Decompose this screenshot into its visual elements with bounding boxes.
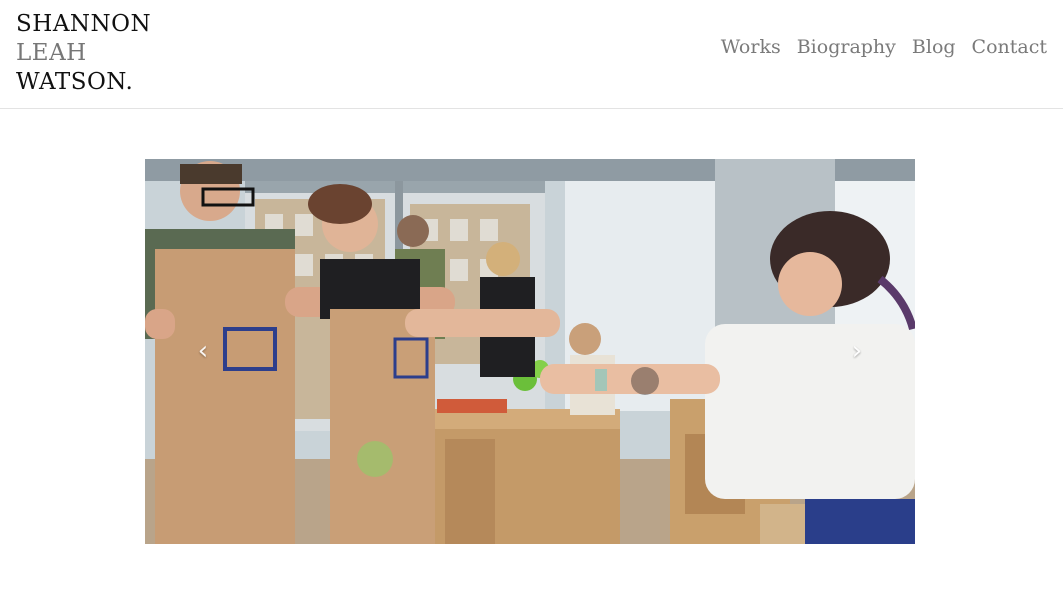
site-header: SHANNON LEAH WATSON. Works Biography Blo…: [0, 0, 1063, 109]
main-nav: Works Biography Blog Contact: [721, 36, 1047, 58]
nav-link-contact[interactable]: Contact: [972, 36, 1047, 58]
nav-link-biography[interactable]: Biography: [797, 36, 896, 58]
nav-link-blog[interactable]: Blog: [912, 36, 956, 58]
logo-line-2: LEAH: [16, 40, 87, 66]
nav-link-works[interactable]: Works: [721, 36, 781, 58]
chevron-right-icon[interactable]: ›: [845, 335, 869, 367]
logo-line-1: SHANNON: [16, 11, 152, 37]
carousel-photo: [145, 159, 915, 544]
site-logo[interactable]: SHANNON LEAH WATSON.: [16, 10, 151, 97]
logo-line-3: WATSON.: [16, 69, 134, 95]
chevron-left-icon[interactable]: ‹: [191, 335, 215, 367]
image-carousel[interactable]: ‹ ›: [145, 159, 915, 544]
